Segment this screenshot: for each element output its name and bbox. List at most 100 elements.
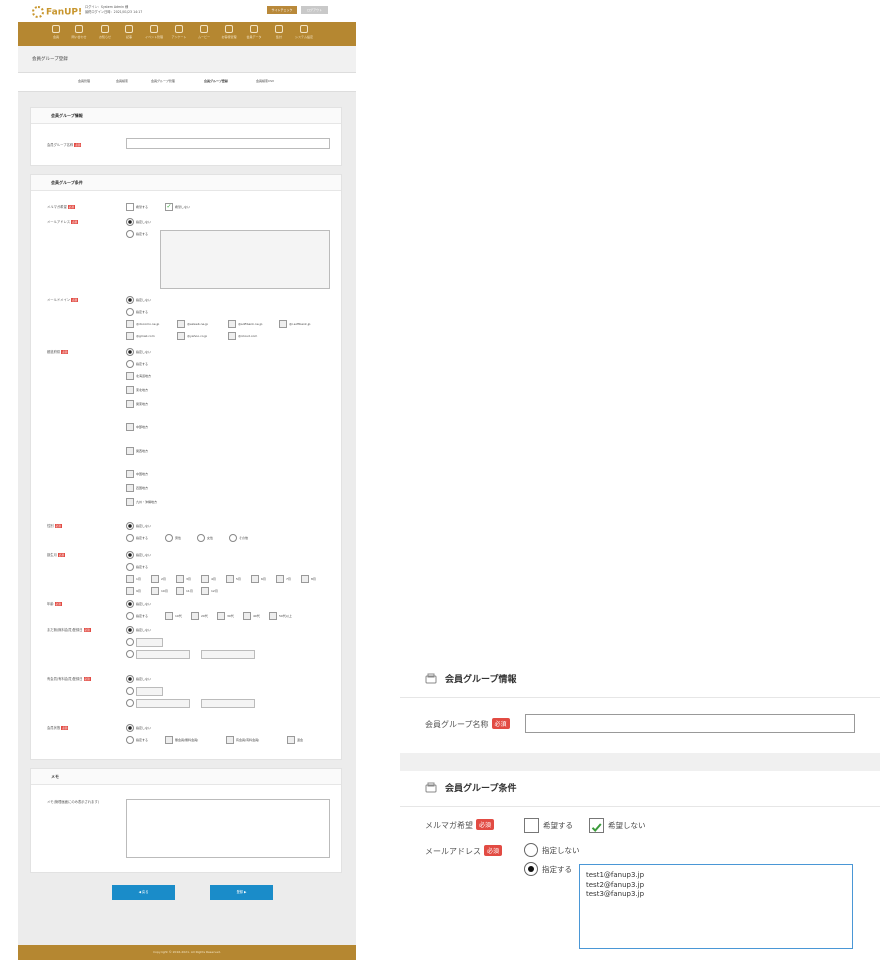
type-specify-radio[interactable]: 指定する [126,736,148,744]
type-not-specify-radio[interactable]: 指定しない [126,724,151,732]
gender-option-radio[interactable]: その他 [229,534,248,542]
nav-item-customers[interactable]: お客様管理 [219,25,239,39]
region-checkbox[interactable]: 中部地方 [126,423,148,431]
option-text: 関西地方 [136,449,149,453]
free-days-input[interactable] [136,638,163,647]
mm-no-checkbox[interactable] [589,818,604,833]
month-checkbox[interactable]: 3月 [176,575,191,583]
pref-specify-radio[interactable]: 指定する [126,360,148,368]
gender-option-radio[interactable]: 女性 [197,534,213,542]
paid-from-input[interactable] [136,699,190,708]
group-name-input[interactable] [525,714,855,733]
mail-specify-radio[interactable] [524,862,538,876]
month-checkbox[interactable]: 9月 [126,587,141,595]
pref-not-specify-radio[interactable]: 指定しない [126,348,151,356]
mm-yes-checkbox[interactable] [524,818,539,833]
logout-button[interactable]: ログアウト [301,6,328,14]
month-checkbox[interactable]: 6月 [251,575,266,583]
free-from-input[interactable] [136,650,190,659]
age-checkbox[interactable]: 30代 [217,612,234,620]
group-name-input[interactable] [126,138,330,149]
bm-specify-radio[interactable]: 指定する [126,563,148,571]
gender-not-specify-radio[interactable]: 指定しない [126,522,151,530]
age-checkbox[interactable]: 10代 [165,612,182,620]
subnav-member-search[interactable]: 会員検索 [116,79,128,83]
brand-logo[interactable]: FanUP! [32,6,82,18]
domain-checkbox[interactable]: @i.softbank.jp [279,320,310,328]
nav-item-members[interactable]: 会員 [46,25,66,39]
mm-no-checkbox[interactable]: ✓ 希望しない [165,203,190,211]
nav-item-news[interactable]: お知らせ [95,25,115,39]
age-checkbox[interactable]: 20代 [191,612,208,620]
domain-checkbox[interactable]: @docomo.ne.jp [126,320,159,328]
month-checkbox[interactable]: 10月 [151,587,168,595]
paid-not-specify-radio[interactable]: 指定しない [126,675,151,683]
mm-no-label: 希望しない [608,821,646,830]
domain-checkbox[interactable]: @yahoo.co.jp [177,332,207,340]
news-icon [101,25,109,33]
type-checkbox[interactable]: 有会員(有料会員) [226,736,259,744]
age-specify-radio[interactable]: 指定する [126,612,148,620]
subnav-group-manage[interactable]: 会員グループ管理 [151,79,175,83]
region-checkbox[interactable]: 東北地方 [126,386,148,394]
type-checkbox[interactable]: 退会 [287,736,303,744]
free-days-radio[interactable] [126,638,136,646]
age-checkbox[interactable]: 50代以上 [269,612,292,620]
nav-item-events[interactable]: イベント管理 [144,25,164,39]
mm-yes-checkbox[interactable]: 希望する [126,203,148,211]
submit-button[interactable]: 登録 ▶ [210,885,273,900]
domain-checkbox[interactable]: @softbank.ne.jp [228,320,262,328]
month-checkbox[interactable]: 12月 [201,587,218,595]
mail-not-specify-radio[interactable] [524,843,538,857]
zoom-group-info-header: 会員グループ情報 [400,662,880,698]
region-checkbox[interactable]: 関東地方 [126,400,148,408]
mail-address-textarea[interactable] [160,230,330,289]
region-checkbox[interactable]: 九州・沖縄地方 [126,498,157,506]
region-checkbox[interactable]: 中国地方 [126,470,148,478]
memo-textarea[interactable] [126,799,330,858]
site-check-button[interactable]: サイトチェック [267,6,297,14]
nav-item-inquiries[interactable]: 問い合わせ [69,25,89,39]
domain-checkbox[interactable]: @gmail.com [126,332,155,340]
region-checkbox[interactable]: 関西地方 [126,447,148,455]
domain-checkbox[interactable]: @icloud.com [228,332,257,340]
nav-item-member-data[interactable]: 会員データ [244,25,264,39]
region-checkbox[interactable]: 北海道地方 [126,372,151,380]
free-not-specify-radio[interactable]: 指定しない [126,626,151,634]
paid-days-radio[interactable] [126,687,136,695]
nav-item-articles[interactable]: 記事 [119,25,139,39]
month-checkbox[interactable]: 8月 [301,575,316,583]
domain-specify-radio[interactable]: 指定する [126,308,148,316]
month-checkbox[interactable]: 1月 [126,575,141,583]
back-button[interactable]: ◀ 戻る [112,885,175,900]
nav-item-survey[interactable]: アンケート [169,25,189,39]
subnav-search-csv[interactable]: 会員検索CSV [256,79,274,83]
month-checkbox[interactable]: 4月 [201,575,216,583]
subnav-group-register[interactable]: 会員グループ登録 [204,79,228,83]
paid-range-radio[interactable] [126,699,136,707]
month-checkbox[interactable]: 11月 [176,587,193,595]
nav-item-system[interactable]: システム設定 [294,25,314,39]
age-not-specify-radio[interactable]: 指定しない [126,600,151,608]
region-checkbox[interactable]: 四国地方 [126,484,148,492]
free-to-input[interactable] [201,650,255,659]
domain-not-specify-radio[interactable]: 指定しない [126,296,151,304]
subnav-member-manage[interactable]: 会員管理 [78,79,90,83]
bm-not-specify-radio[interactable]: 指定しない [126,551,151,559]
age-checkbox[interactable]: 40代 [243,612,260,620]
month-checkbox[interactable]: 7月 [276,575,291,583]
nav-item-stats[interactable]: 集計 [269,25,289,39]
type-checkbox[interactable]: 無会員(無料会員) [165,736,198,744]
mail-specify-radio[interactable]: 指定する [126,230,148,238]
month-checkbox[interactable]: 5月 [226,575,241,583]
gender-specify-radio[interactable]: 指定する [126,534,148,542]
paid-days-input[interactable] [136,687,163,696]
free-range-radio[interactable] [126,650,136,658]
gender-option-radio[interactable]: 男性 [165,534,181,542]
month-checkbox[interactable]: 2月 [151,575,166,583]
domain-checkbox[interactable]: @ezweb.ne.jp [177,320,208,328]
paid-to-input[interactable] [201,699,255,708]
mail-not-specify-radio[interactable]: 指定しない [126,218,151,226]
mail-address-textarea[interactable] [579,864,853,949]
nav-item-movie[interactable]: ムービー [194,25,214,39]
